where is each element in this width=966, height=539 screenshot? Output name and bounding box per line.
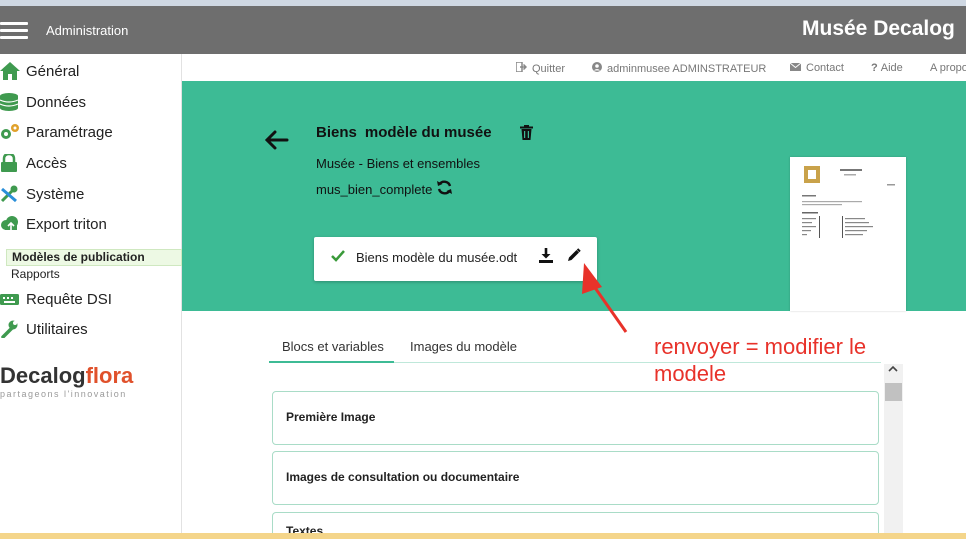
user-link[interactable]: adminmusee ADMINSTRATEUR (592, 62, 766, 75)
active-tab-indicator (269, 361, 394, 363)
sidebar-item-general[interactable]: Général (0, 59, 79, 83)
lock-icon (0, 152, 20, 172)
model-file-name[interactable]: Biens modèle du musée.odt (356, 250, 517, 265)
sidebar-item-label: Paramétrage (26, 123, 113, 141)
block-premiere-image[interactable]: Première Image (272, 391, 879, 445)
sidebar-item-label: Utilitaires (26, 320, 88, 338)
decalog-flora-logo: Decalogflora (0, 363, 134, 388)
annotation-text: renvoyer = modifier le modele (654, 334, 867, 386)
sidebar-item-label: Requête DSI (26, 290, 112, 308)
sidebar-item-label: Export triton (26, 215, 107, 233)
sidebar-item-label: Accès (26, 154, 67, 172)
tab-blocs-variables[interactable]: Blocs et variables (282, 339, 384, 354)
sidebar-item-acces[interactable]: Accès (0, 151, 67, 175)
a-propos-link[interactable]: A propos (930, 62, 966, 74)
pencil-edit-icon[interactable] (566, 248, 582, 264)
model-code: mus_bien_complete (316, 182, 433, 197)
model-file-card: Biens modèle du musée.odt (314, 237, 597, 281)
model-subtitle: Musée - Biens et ensembles (316, 156, 481, 171)
trash-icon[interactable] (520, 125, 534, 141)
sidebar-item-label: Système (26, 185, 85, 203)
database-icon (0, 93, 20, 111)
download-icon[interactable] (539, 248, 553, 264)
back-arrow-icon[interactable] (264, 124, 289, 157)
sign-out-icon (515, 61, 528, 75)
tab-images-modele[interactable]: Images du modèle (410, 339, 517, 354)
sidebar: Général Données Paramétrage Accès Systèm… (0, 54, 182, 533)
sidebar-subitem-rapports[interactable]: Rapports (11, 267, 60, 281)
contact-link[interactable]: Contact (789, 62, 844, 74)
gears-icon (0, 123, 20, 141)
sidebar-subitem-modeles-publication[interactable]: Modèles de publication (6, 249, 182, 266)
sidebar-item-utilitaires[interactable]: Utilitaires (0, 317, 88, 341)
logo-tagline: partageons l'innovation (0, 389, 127, 399)
sidebar-item-parametrage[interactable]: Paramétrage (0, 120, 113, 144)
section-title: Administration (46, 23, 129, 38)
model-title: Biens modèle du musée (316, 124, 492, 141)
quitter-link[interactable]: Quitter (515, 61, 565, 75)
hamburger-menu-icon[interactable] (0, 22, 28, 40)
refresh-icon[interactable] (437, 180, 452, 199)
brand-title: Musée Decalog (802, 17, 955, 40)
wrench-icon (0, 320, 20, 339)
document-preview-thumbnail[interactable] (790, 157, 906, 311)
block-images-consultation[interactable]: Images de consultation ou documentaire (272, 451, 879, 505)
cloud-upload-icon (0, 215, 20, 233)
tools-icon (0, 185, 20, 203)
home-icon (0, 62, 20, 80)
sidebar-item-systeme[interactable]: Système (0, 182, 84, 206)
keyboard-icon (0, 290, 20, 308)
window-frame-bottom (0, 533, 966, 539)
envelope-icon (789, 62, 802, 74)
sidebar-item-export-triton[interactable]: Export triton (0, 212, 107, 236)
question-icon: ? (871, 62, 878, 74)
aide-link[interactable]: ? Aide (871, 62, 903, 74)
sidebar-item-donnees[interactable]: Données (0, 90, 86, 114)
sidebar-item-label: Données (26, 93, 87, 111)
sidebar-item-label: Général (26, 62, 80, 80)
top-bar: Administration Musée Decalog (0, 6, 966, 54)
block-textes[interactable]: Textes (272, 512, 879, 533)
user-circle-icon (592, 62, 602, 75)
check-icon (331, 247, 345, 266)
sidebar-item-requete-dsi[interactable]: Requête DSI (0, 287, 112, 311)
